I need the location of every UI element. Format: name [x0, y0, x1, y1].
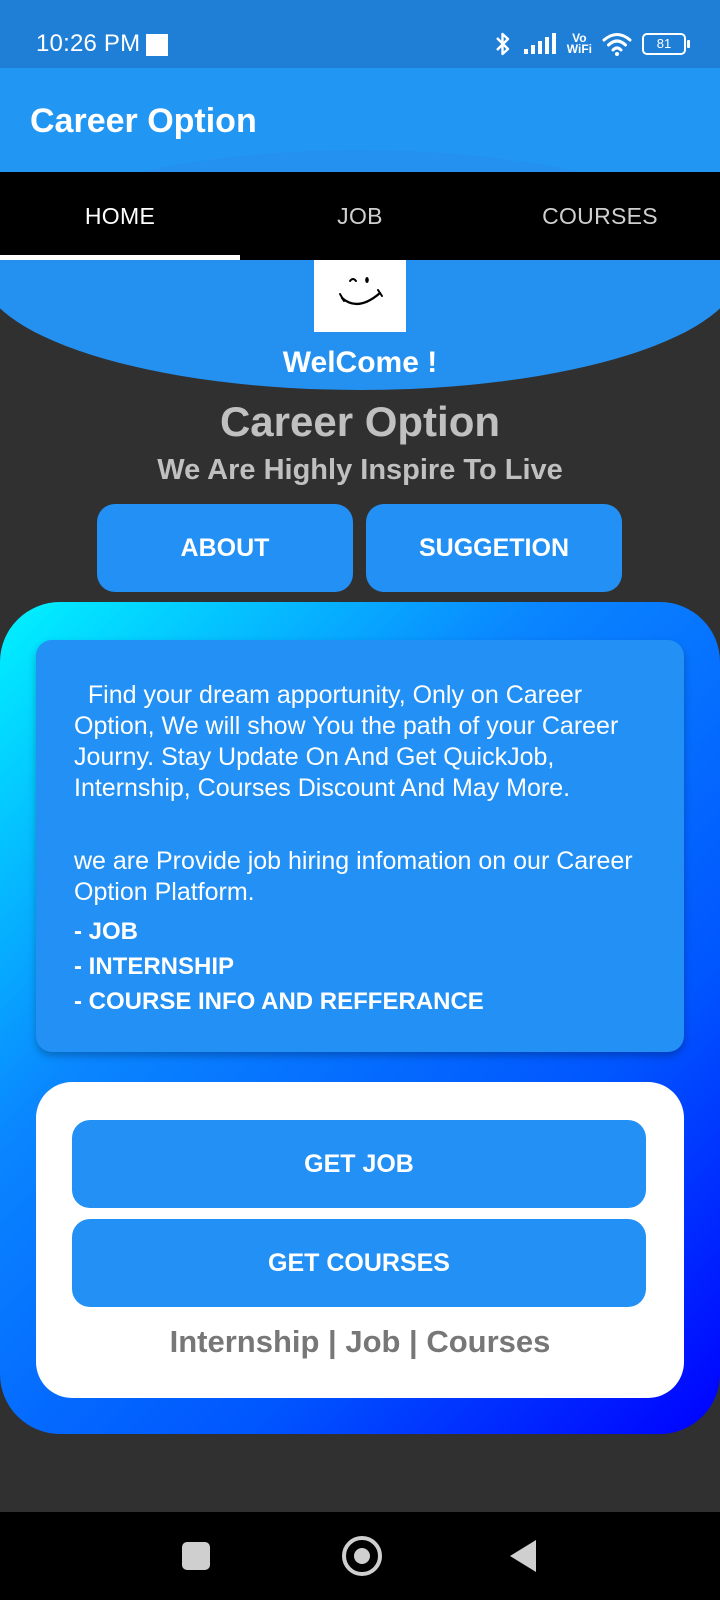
- welcome-text: WelCome !: [282, 346, 438, 379]
- info-list: - JOB - INTERNSHIP - COURSE INFO AND REF…: [74, 914, 484, 1019]
- footer-links: Internship | Job | Courses: [169, 1324, 551, 1359]
- square-icon[interactable]: [182, 1542, 210, 1570]
- app-title: Career Option: [30, 102, 257, 140]
- wink-smiley-icon: [339, 277, 383, 305]
- status-time: 10:26 PM: [36, 30, 141, 57]
- tab-courses[interactable]: COURSES: [480, 172, 720, 260]
- suggestion-button[interactable]: SUGGETION: [366, 504, 622, 592]
- get-courses-button[interactable]: GET COURSES: [72, 1219, 646, 1307]
- circle-icon[interactable]: [342, 1536, 382, 1576]
- tab-indicator: [0, 255, 240, 260]
- info-paragraph-2: we are Provide job hiring infomation on …: [74, 847, 633, 906]
- wifi-icon: [602, 33, 632, 56]
- tab-job[interactable]: JOB: [240, 172, 480, 260]
- tab-home[interactable]: HOME: [0, 172, 240, 260]
- signal-icon: [523, 33, 556, 54]
- app-logo: [314, 260, 406, 332]
- actions-card: GET JOB GET COURSES Internship | Job | C…: [36, 1082, 684, 1398]
- info-paragraph: Find your dream apportunity, Only on Car…: [74, 681, 619, 802]
- status-bar: 10:26 PM Vo WiFi 81: [0, 0, 720, 68]
- system-nav-bar: [0, 1512, 720, 1600]
- bluetooth-icon: [495, 32, 509, 56]
- list-item: - INTERNSHIP: [74, 953, 235, 980]
- vowifi-bottom: WiFi: [566, 42, 592, 56]
- battery-icon: 81: [642, 33, 690, 55]
- page-title: Career Option: [219, 398, 501, 445]
- list-item: - COURSE INFO AND REFFERANCE: [74, 988, 484, 1015]
- info-card: Find your dream apportunity, Only on Car…: [36, 640, 684, 1052]
- status-icons: Vo WiFi 81: [493, 28, 690, 60]
- notification-square-icon: [146, 34, 168, 56]
- get-job-button[interactable]: GET JOB: [72, 1120, 646, 1208]
- list-item: - JOB: [74, 918, 139, 945]
- vowifi-indicator: Vo WiFi: [566, 32, 592, 56]
- tab-bar: HOME JOB COURSES: [0, 172, 720, 260]
- tagline: We Are Highly Inspire To Live: [157, 454, 563, 486]
- about-button[interactable]: ABOUT: [97, 504, 353, 592]
- triangle-back-icon[interactable]: [510, 1540, 536, 1572]
